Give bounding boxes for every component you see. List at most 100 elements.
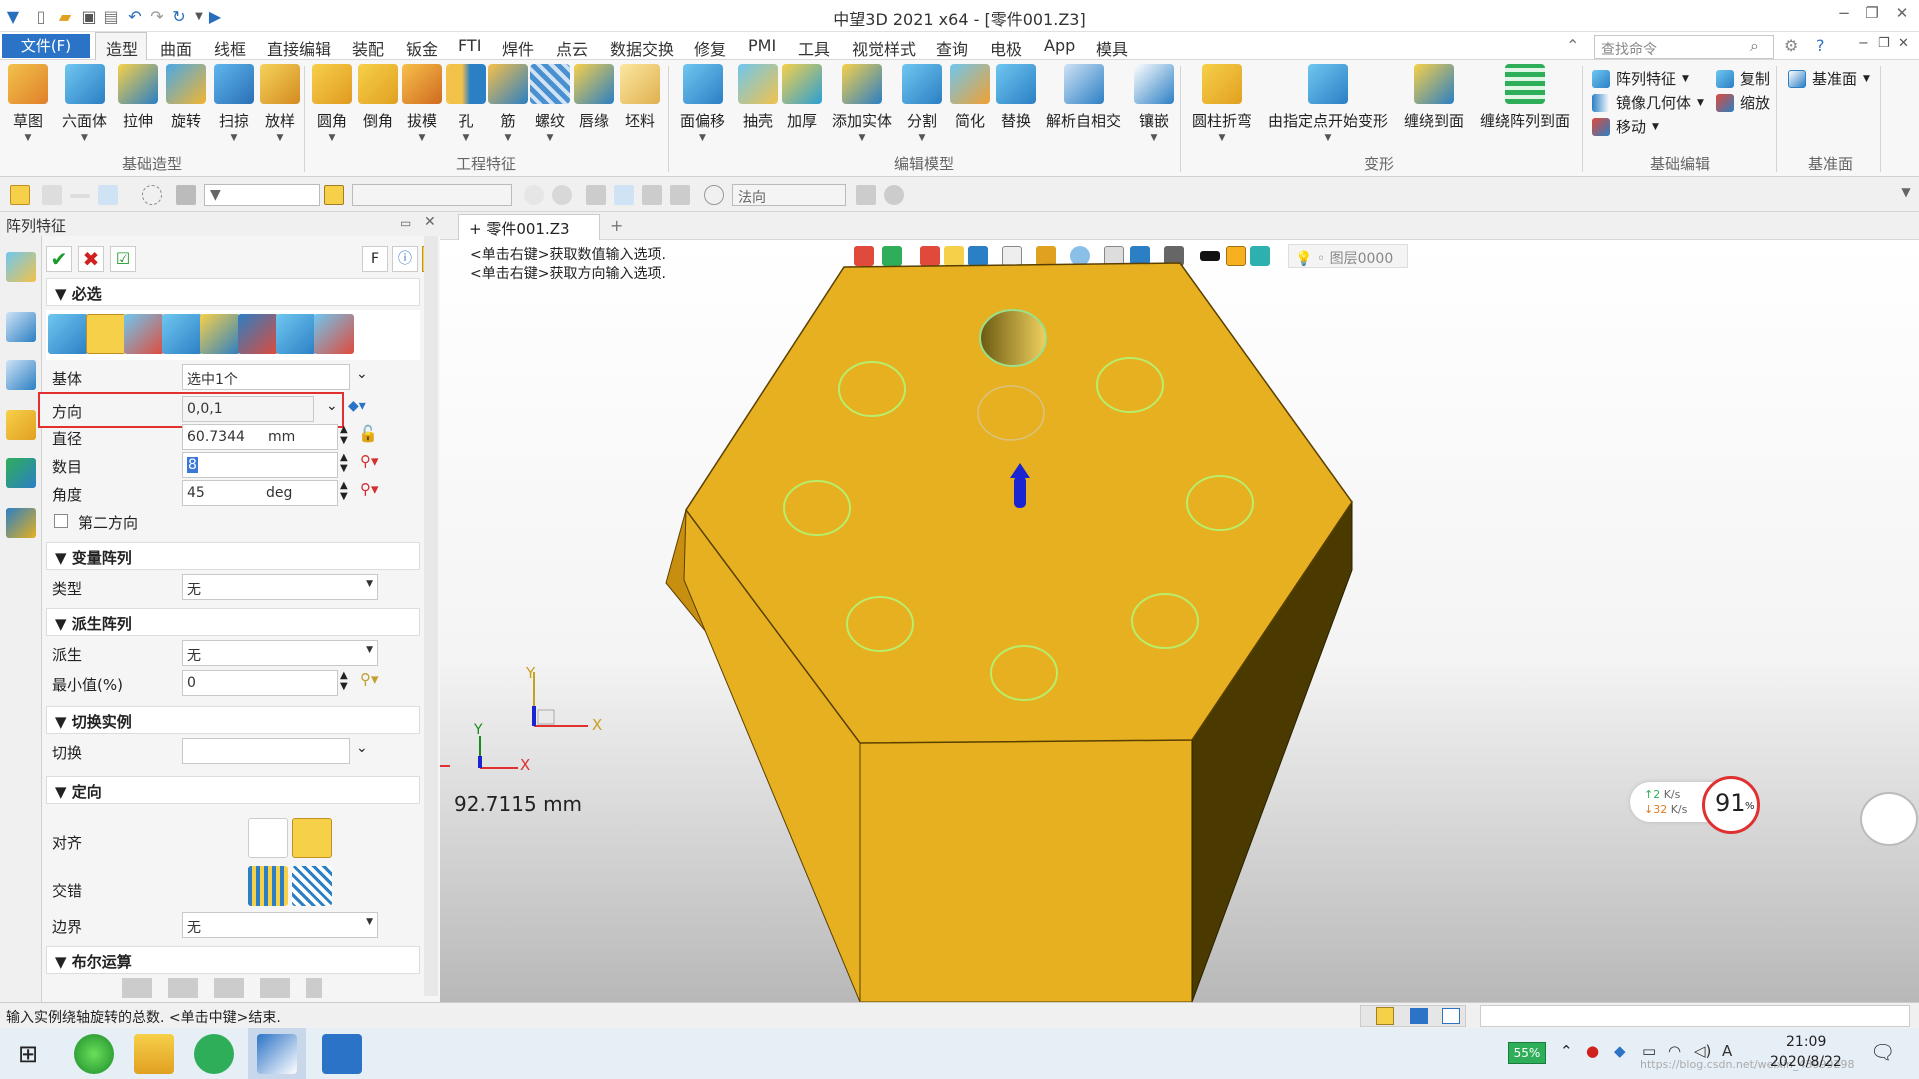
mirror-geometry-button[interactable]: 镜像几何体 ▼ xyxy=(1592,92,1704,113)
polygon-pattern-icon[interactable] xyxy=(124,314,164,354)
simplify-button[interactable]: 简化 xyxy=(950,64,990,131)
tab-weldment[interactable]: 焊件 xyxy=(502,36,534,60)
minimize-button[interactable]: − xyxy=(1832,4,1856,26)
box-button[interactable]: 六面体 ▼ xyxy=(62,64,107,143)
scale-button[interactable]: 缩放 xyxy=(1716,92,1770,113)
doc-close-button[interactable]: ✕ xyxy=(1898,36,1909,51)
cancel-button[interactable]: ✖ xyxy=(78,246,104,272)
doc-restore-button[interactable]: ❐ xyxy=(1878,36,1890,51)
align3-icon[interactable] xyxy=(642,185,662,205)
snap-icon[interactable] xyxy=(524,185,544,205)
count-field[interactable]: 8 xyxy=(182,452,338,478)
wps-icon[interactable] xyxy=(322,1034,362,1074)
history-tree-icon[interactable] xyxy=(6,360,36,390)
direction-expand-icon[interactable]: ⌄ xyxy=(326,398,338,414)
command-search-input[interactable]: 查找命令 xyxy=(1594,35,1774,59)
image-icon[interactable] xyxy=(6,458,36,488)
shell-button[interactable]: 抽壳 xyxy=(738,64,778,131)
tray-chevron-icon[interactable]: ⌃ xyxy=(1560,1042,1573,1060)
model-canvas[interactable] xyxy=(440,240,1919,1002)
select-arrow-icon[interactable] xyxy=(10,185,30,205)
section-variable-pattern[interactable]: ▼ 变量阵列 xyxy=(46,542,420,570)
tray-app-icon[interactable]: ● xyxy=(1586,1042,1599,1060)
tab-fti[interactable]: FTI xyxy=(458,36,481,55)
pointer-gear-icon[interactable] xyxy=(884,185,904,205)
clock-icon[interactable] xyxy=(704,185,724,205)
base-expand-icon[interactable]: ⌄ xyxy=(356,366,368,382)
tab-repair[interactable]: 修复 xyxy=(694,36,726,60)
table-pattern-icon[interactable] xyxy=(314,314,354,354)
toolbar-dropdown-icon[interactable]: ▼ xyxy=(1896,185,1916,205)
tab-direct-edit[interactable]: 直接编辑 xyxy=(267,36,331,60)
filter-combo[interactable]: ▼ xyxy=(204,184,320,206)
tab-tools[interactable]: 工具 xyxy=(798,36,830,60)
loft-button[interactable]: 放样 ▼ xyxy=(260,64,300,143)
tab-data-exchange[interactable]: 数据交换 xyxy=(610,36,674,60)
notification-icon[interactable]: 🗨 xyxy=(1870,1040,1895,1064)
self-intersect-button[interactable]: 解析自相交 xyxy=(1046,64,1121,131)
tab-pmi[interactable]: PMI xyxy=(748,36,776,55)
ok-button[interactable]: ✔ xyxy=(46,246,72,272)
count-variable-icon[interactable]: ⚲▾ xyxy=(360,452,379,470)
face-offset-button[interactable]: 面偏移 ▼ xyxy=(680,64,725,143)
status-layout-icon[interactable] xyxy=(1376,1007,1394,1025)
tab-app[interactable]: App xyxy=(1044,36,1075,55)
minus-icon[interactable] xyxy=(70,194,90,198)
status-window-icon[interactable] xyxy=(1442,1008,1460,1024)
restore-button[interactable]: ❐ xyxy=(1860,4,1884,26)
filter-apply-icon[interactable] xyxy=(324,185,344,205)
entity-combo[interactable] xyxy=(352,184,512,206)
section-toggle-instance[interactable]: ▼ 切换实例 xyxy=(46,706,420,734)
split-button[interactable]: 分割 ▼ xyxy=(902,64,942,143)
f-button[interactable]: F xyxy=(362,246,388,272)
windows-start-icon[interactable]: ⊞ xyxy=(18,1040,38,1068)
panel-close-icon[interactable]: ✕ xyxy=(424,214,436,230)
section-boolean[interactable]: ▼ 布尔运算 xyxy=(46,946,420,974)
tab-query[interactable]: 查询 xyxy=(936,36,968,60)
tray-net-icon[interactable]: ◆ xyxy=(1614,1042,1626,1060)
collapse-ribbon-icon[interactable]: ⌃ xyxy=(1566,36,1579,55)
angle-field[interactable]: 45 xyxy=(182,480,338,506)
gear-filter-icon[interactable] xyxy=(552,185,572,205)
datum-plane-button[interactable]: 基准面 ▼ xyxy=(1788,68,1870,89)
pointer-icon[interactable] xyxy=(856,185,876,205)
tab-assembly[interactable]: 装配 xyxy=(352,36,384,60)
battery-indicator[interactable]: 55% xyxy=(1508,1042,1546,1064)
add-solid-button[interactable]: 添加实体 ▼ xyxy=(832,64,892,143)
clock-time[interactable]: 21:09 xyxy=(1786,1034,1826,1050)
tab-wireframe[interactable]: 线框 xyxy=(214,36,246,60)
derive-select[interactable]: 无 ▼ xyxy=(182,640,378,666)
help-icon[interactable]: ? xyxy=(1816,36,1825,55)
wrap-pattern-button[interactable]: 缠绕阵列到面 xyxy=(1480,64,1570,131)
curve-pattern-icon[interactable] xyxy=(238,314,278,354)
min-value-field[interactable]: 0 xyxy=(182,670,338,696)
chamfer-button[interactable]: 倒角 xyxy=(358,64,398,131)
align-option-2-icon[interactable] xyxy=(292,818,332,858)
boolean-options[interactable] xyxy=(122,978,322,998)
second-direction-checkbox[interactable] xyxy=(54,514,68,528)
base-field[interactable]: 选中1个 xyxy=(182,364,350,390)
tab-modeling[interactable]: 造型 xyxy=(106,36,138,60)
doc-minimize-button[interactable]: − xyxy=(1858,36,1869,51)
wrap-to-face-button[interactable]: 缠绕到面 xyxy=(1404,64,1464,131)
angle-variable-icon[interactable]: ⚲▾ xyxy=(360,480,379,498)
panel-pin-icon[interactable]: ▭ xyxy=(400,216,411,230)
tab-electrode[interactable]: 电极 xyxy=(990,36,1022,60)
pattern-feature-button[interactable]: 阵列特征 ▼ xyxy=(1592,68,1689,89)
new-tab-icon[interactable]: + xyxy=(610,216,623,235)
status-input[interactable] xyxy=(1480,1005,1910,1027)
align-icon[interactable] xyxy=(586,185,606,205)
move-button[interactable]: 移动 ▼ xyxy=(1592,116,1659,137)
tab-mold[interactable]: 模具 xyxy=(1096,36,1128,60)
copy-button[interactable]: 复制 xyxy=(1716,68,1770,89)
direction-filter-combo[interactable]: 法向 xyxy=(732,184,846,206)
face-pattern-icon[interactable] xyxy=(276,314,316,354)
3d-viewport[interactable]: <单击右键>获取数值输入选项. <单击右键>获取方向输入选项. 💡 ◦ 图层00… xyxy=(440,240,1919,1002)
type-select[interactable]: 无 ▼ xyxy=(182,574,378,600)
replace-button[interactable]: 替换 xyxy=(996,64,1036,131)
add-icon[interactable] xyxy=(42,185,62,205)
thicken-button[interactable]: 加厚 xyxy=(782,64,822,131)
sweep-button[interactable]: 扫掠 ▼ xyxy=(214,64,254,143)
wechat-icon[interactable] xyxy=(194,1034,234,1074)
info-icon[interactable]: ⓘ xyxy=(392,246,418,272)
